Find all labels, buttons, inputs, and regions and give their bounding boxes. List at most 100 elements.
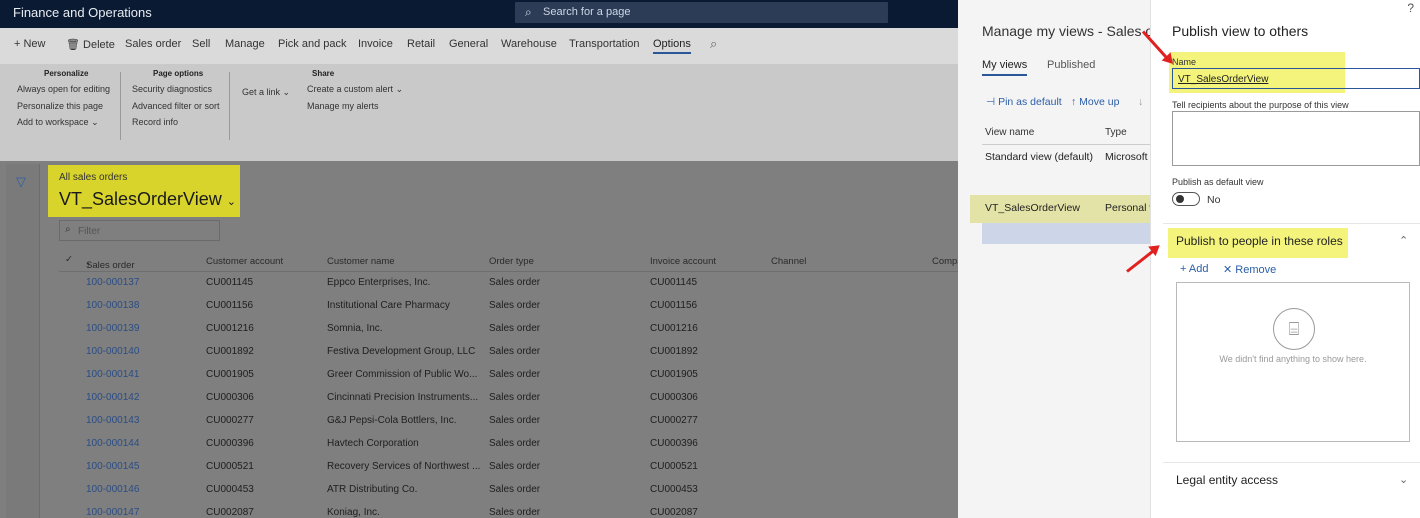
default-label: Publish as default view (1172, 177, 1264, 187)
table-row[interactable]: 100-000141 CU001905 Greer Commission of Pu… (59, 366, 958, 389)
create-custom-alert[interactable]: Create a custom alert ⌄ (307, 81, 403, 98)
legal-entity-title[interactable]: Legal entity access (1176, 473, 1278, 487)
table-cell: CU001156 (206, 300, 254, 311)
tab-retail[interactable]: Retail (407, 38, 435, 50)
sales-order-link[interactable]: 100-000145 (86, 461, 139, 472)
divider (120, 72, 121, 140)
table-row[interactable]: 100-000142 CU000306 Cincinnati Precision I… (59, 389, 958, 412)
record-info[interactable]: Record info (132, 114, 220, 131)
roles-list: ⌸ We didn't find anything to show here. (1176, 282, 1410, 442)
group-page-options: Page options Security diagnostics Advanc… (132, 64, 220, 131)
col-customer-account[interactable]: Customer account (206, 256, 283, 267)
table-row[interactable]: 100-000145 CU000521 Recovery Services of N… (59, 458, 958, 481)
tab-sales-order[interactable]: Sales order (125, 38, 181, 50)
sales-order-link[interactable]: 100-000142 (86, 392, 139, 403)
tab-published[interactable]: Published (1047, 59, 1095, 71)
chevron-down-icon: ⌄ (91, 117, 99, 127)
pin-as-default-button[interactable]: ⊣ Pin as default (986, 96, 1062, 108)
sales-order-link[interactable]: 100-000139 (86, 323, 139, 334)
view-header[interactable]: All sales orders VT_SalesOrderView ⌄ (48, 165, 240, 217)
help-icon[interactable]: ? (1407, 1, 1414, 15)
manage-views-title: Manage my views - Sales or (982, 23, 1150, 39)
add-role-button[interactable]: + Add (1180, 263, 1208, 275)
filter-icon[interactable]: ▽ (16, 174, 26, 190)
tab-options[interactable]: Options (653, 38, 691, 54)
search-icon: ⌕ (65, 224, 71, 235)
move-up-button[interactable]: ↑ Move up (1071, 96, 1119, 108)
security-diagnostics[interactable]: Security diagnostics (132, 81, 220, 98)
table-row[interactable]: 100-000140 CU001892 Festiva Development Gr… (59, 343, 958, 366)
filter-input[interactable]: ⌕ Filter (59, 220, 220, 241)
sales-order-link[interactable]: 100-000138 (86, 300, 139, 311)
table-cell: CU001145 (206, 277, 254, 288)
sales-order-link[interactable]: 100-000141 (86, 369, 139, 380)
sales-order-link[interactable]: 100-000143 (86, 415, 139, 426)
col-invoice-account[interactable]: Invoice account (650, 256, 716, 267)
view-name[interactable]: VT_SalesOrderView ⌄ (59, 189, 236, 210)
default-toggle[interactable] (1172, 192, 1200, 206)
sales-order-link[interactable]: 100-000147 (86, 507, 139, 518)
table-cell: CU000277 (206, 415, 254, 426)
group-header: Personalize (44, 69, 89, 78)
app-window: Finance and Operations ⌕ Search for a pa… (0, 0, 1420, 518)
search-icon[interactable]: ⌕ (710, 36, 717, 52)
table-row[interactable]: 100-000147 CU002087 Koniag, Inc. Sales orde… (59, 504, 958, 518)
view-row-name[interactable]: VT_SalesOrderView (985, 202, 1080, 214)
chevron-down-icon: ⌄ (395, 84, 404, 94)
table-row[interactable]: 100-000143 CU000277 G&J Pepsi-Cola Bottler… (59, 412, 958, 435)
table-cell: Sales order (489, 461, 541, 472)
sales-order-link[interactable]: 100-000146 (86, 484, 139, 495)
view-subtitle: All sales orders (59, 172, 128, 183)
name-field[interactable]: VT_SalesOrderView (1172, 68, 1420, 89)
tab-my-views[interactable]: My views (982, 59, 1028, 76)
sales-order-link[interactable]: 100-000137 (86, 277, 139, 288)
roles-title[interactable]: Publish to people in these roles (1176, 234, 1343, 248)
table-cell: Sales order (489, 277, 541, 288)
advanced-filter-or-sort[interactable]: Advanced filter or sort (132, 98, 220, 115)
new-button[interactable]: + New (14, 38, 46, 50)
table-cell: Sales order (489, 392, 541, 403)
tab-sell[interactable]: Sell (192, 38, 210, 50)
get-a-link[interactable]: Get a link ⌄ (242, 84, 290, 101)
col-customer-name[interactable]: Customer name (327, 256, 395, 267)
delete-button[interactable]: 🗑 Delete (66, 38, 115, 51)
chevron-up-icon[interactable]: ⌃ (1399, 234, 1408, 247)
chevron-down-icon: ⌄ (282, 87, 291, 97)
table-cell: CU002087 (206, 507, 254, 518)
table-cell: ATR Distributing Co. (327, 484, 418, 495)
search-box[interactable]: ⌕ Search for a page (515, 2, 888, 23)
move-down-icon[interactable]: ↓ (1138, 96, 1143, 108)
table-row[interactable]: 100-000137 CU001145 Eppco Enterprises, Inc… (59, 274, 958, 297)
col-channel[interactable]: Channel (771, 256, 806, 267)
table-cell: CU000453 (650, 484, 698, 495)
table-cell: Festiva Development Group, LLC (327, 346, 476, 357)
col-order-type[interactable]: Order type (489, 256, 534, 267)
table-cell: CU002087 (650, 507, 698, 518)
row-selection (982, 223, 1150, 244)
remove-role-button[interactable]: ✕ Remove (1223, 263, 1276, 276)
manage-my-alerts[interactable]: Manage my alerts (307, 98, 403, 115)
table-row[interactable]: 100-000138 CU001156 Institutional Care Pha… (59, 297, 958, 320)
checkmark-icon[interactable]: ✓ (65, 254, 73, 265)
page-body: ▽ All sales orders VT_SalesOrderView ⌄ ⌕… (0, 161, 963, 518)
tab-warehouse[interactable]: Warehouse (501, 38, 557, 50)
sales-order-link[interactable]: 100-000144 (86, 438, 139, 449)
purpose-field[interactable] (1172, 111, 1420, 166)
sales-order-link[interactable]: 100-000140 (86, 346, 139, 357)
add-to-workspace[interactable]: Add to workspace ⌄ (17, 114, 110, 131)
table-row[interactable]: 100-000144 CU000396 Havtech Corporation Sal… (59, 435, 958, 458)
table-row[interactable]: 100-000139 CU001216 Somnia, Inc. Sales orde… (59, 320, 958, 343)
tab-manage[interactable]: Manage (225, 38, 265, 50)
tab-invoice[interactable]: Invoice (358, 38, 393, 50)
always-open-for-editing[interactable]: Always open for editing (17, 81, 110, 98)
chevron-down-icon[interactable]: ⌄ (1399, 473, 1408, 486)
table-row[interactable]: 100-000146 CU000453 ATR Distributing Co. Sa… (59, 481, 958, 504)
view-row-name[interactable]: Standard view (default) (985, 151, 1093, 163)
table-cell: Cincinnati Precision Instruments... (327, 392, 479, 403)
tab-pick-and-pack[interactable]: Pick and pack (278, 38, 346, 50)
personalize-this-page[interactable]: Personalize this page (17, 98, 110, 115)
tab-general[interactable]: General (449, 38, 488, 50)
filter-pane: ▽ (6, 164, 40, 518)
tab-transportation[interactable]: Transportation (569, 38, 640, 50)
table-cell: CU000396 (650, 438, 698, 449)
